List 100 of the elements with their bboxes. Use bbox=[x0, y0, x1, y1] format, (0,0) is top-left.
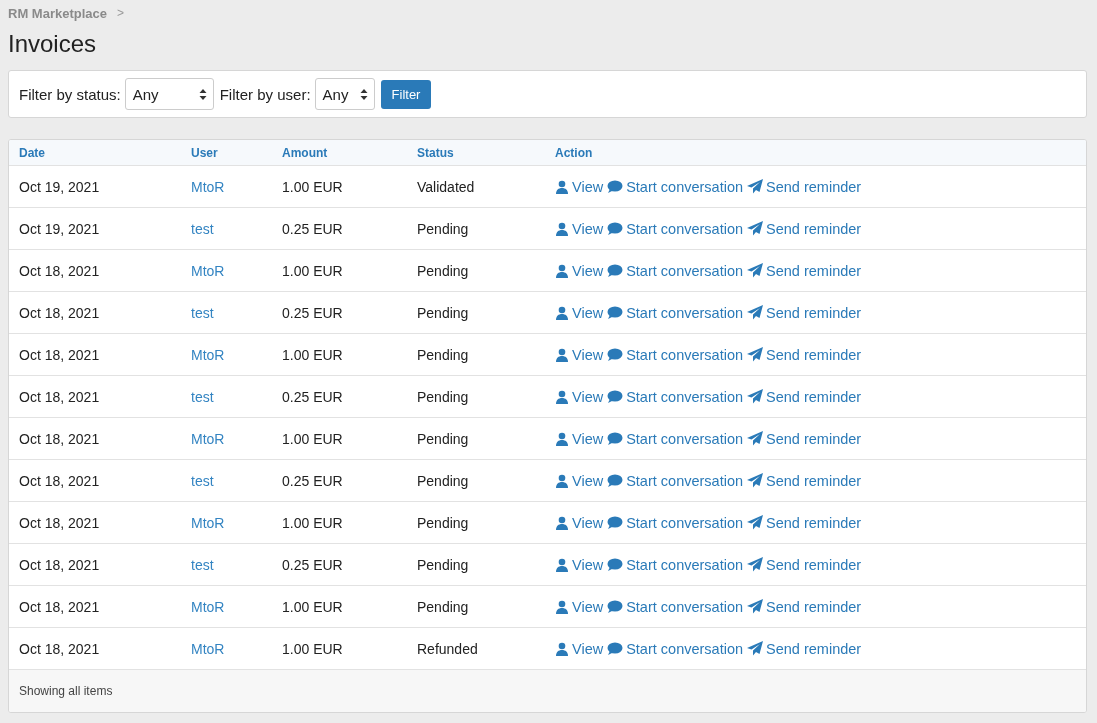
action-link[interactable]: Send reminder bbox=[747, 430, 862, 447]
user-link[interactable]: test bbox=[191, 304, 214, 321]
amount-cell-text: 1.00 EUR bbox=[282, 178, 344, 195]
column-header[interactable]: User bbox=[191, 145, 282, 160]
breadcrumb-link[interactable]: RM Marketplace bbox=[8, 5, 107, 21]
amount-cell-text: 1.00 EUR bbox=[282, 430, 344, 447]
user-link[interactable]: MtoR bbox=[191, 640, 225, 657]
paper-plane-icon bbox=[747, 641, 764, 656]
action-link[interactable]: Start conversation bbox=[607, 514, 744, 531]
date-cell-text: Oct 18, 2021 bbox=[19, 430, 101, 447]
user-link[interactable]: test bbox=[191, 388, 214, 405]
paper-plane-icon bbox=[747, 557, 764, 572]
action-link[interactable]: Send reminder bbox=[747, 346, 862, 363]
status-cell-text: Refunded bbox=[417, 640, 479, 657]
action-link[interactable]: Send reminder bbox=[747, 388, 862, 405]
action-link[interactable]: View bbox=[555, 514, 604, 531]
user-icon bbox=[555, 599, 569, 614]
date-cell-text: Oct 18, 2021 bbox=[19, 304, 101, 321]
sort-caret-icon bbox=[359, 88, 368, 100]
column-header[interactable]: Status bbox=[417, 145, 555, 160]
select-dropdown[interactable]: Any bbox=[314, 78, 375, 110]
paper-plane-icon bbox=[747, 431, 764, 446]
paper-plane-icon bbox=[747, 473, 764, 488]
speech-bubble-icon bbox=[607, 599, 624, 614]
date-cell-text: Oct 18, 2021 bbox=[19, 388, 101, 405]
date-cell-text: Oct 18, 2021 bbox=[19, 472, 101, 489]
filter-button[interactable]: Filter bbox=[380, 79, 432, 109]
action-link[interactable]: Send reminder bbox=[747, 472, 862, 489]
amount-cell-text: 1.00 EUR bbox=[282, 346, 344, 363]
speech-bubble-icon bbox=[607, 431, 624, 446]
action-link[interactable]: View bbox=[555, 640, 604, 657]
action-link[interactable]: View bbox=[555, 262, 604, 279]
action-link[interactable]: Start conversation bbox=[607, 262, 744, 279]
user-link[interactable]: MtoR bbox=[191, 178, 225, 195]
user-link[interactable]: test bbox=[191, 472, 214, 489]
speech-bubble-icon bbox=[607, 515, 624, 530]
user-icon bbox=[555, 263, 569, 278]
action-link[interactable]: Start conversation bbox=[607, 304, 744, 321]
date-cell-text: Oct 19, 2021 bbox=[19, 220, 101, 237]
action-link[interactable]: View bbox=[555, 304, 604, 321]
amount-cell-text: 1.00 EUR bbox=[282, 598, 344, 615]
action-link[interactable]: View bbox=[555, 388, 604, 405]
action-link[interactable]: Start conversation bbox=[607, 556, 744, 573]
amount-cell-text: 0.25 EUR bbox=[282, 472, 344, 489]
action-link[interactable]: Send reminder bbox=[747, 262, 862, 279]
action-link[interactable]: View bbox=[555, 346, 604, 363]
speech-bubble-icon bbox=[607, 389, 624, 404]
column-header[interactable]: Date bbox=[19, 145, 191, 160]
action-link[interactable]: View bbox=[555, 472, 604, 489]
user-link[interactable]: MtoR bbox=[191, 430, 225, 447]
action-link[interactable]: Send reminder bbox=[747, 514, 862, 531]
status-cell-text: Pending bbox=[417, 556, 470, 573]
action-link[interactable]: View bbox=[555, 430, 604, 447]
column-header[interactable]: Action bbox=[555, 145, 1076, 160]
action-link[interactable]: View bbox=[555, 598, 604, 615]
amount-cell-text: 1.00 EUR bbox=[282, 262, 344, 279]
user-link[interactable]: test bbox=[191, 556, 214, 573]
action-link[interactable]: Start conversation bbox=[607, 388, 744, 405]
status-cell-text: Pending bbox=[417, 430, 470, 447]
user-icon bbox=[555, 305, 569, 320]
user-link[interactable]: MtoR bbox=[191, 346, 225, 363]
action-link[interactable]: Send reminder bbox=[747, 220, 862, 237]
user-link[interactable]: test bbox=[191, 220, 214, 237]
user-link[interactable]: MtoR bbox=[191, 262, 225, 279]
action-link[interactable]: View bbox=[555, 556, 604, 573]
action-link[interactable]: View bbox=[555, 220, 604, 237]
date-cell-text: Oct 18, 2021 bbox=[19, 346, 101, 363]
action-link[interactable]: Send reminder bbox=[747, 640, 862, 657]
status-cell-text: Pending bbox=[417, 514, 470, 531]
action-link[interactable]: Start conversation bbox=[607, 346, 744, 363]
action-link[interactable]: View bbox=[555, 178, 604, 195]
date-cell-text: Oct 18, 2021 bbox=[19, 262, 101, 279]
paper-plane-icon bbox=[747, 347, 764, 362]
date-cell-text: Oct 19, 2021 bbox=[19, 178, 101, 195]
paper-plane-icon bbox=[747, 221, 764, 236]
action-link[interactable]: Send reminder bbox=[747, 178, 862, 195]
select-dropdown[interactable]: Any bbox=[124, 78, 214, 110]
amount-cell-text: 0.25 EUR bbox=[282, 388, 344, 405]
action-link[interactable]: Start conversation bbox=[607, 598, 744, 615]
speech-bubble-icon bbox=[607, 305, 624, 320]
date-cell-text: Oct 18, 2021 bbox=[19, 514, 101, 531]
action-link[interactable]: Send reminder bbox=[747, 304, 862, 321]
user-link[interactable]: MtoR bbox=[191, 514, 225, 531]
user-icon bbox=[555, 641, 569, 656]
status-cell-text: Pending bbox=[417, 262, 470, 279]
column-header[interactable]: Amount bbox=[282, 145, 417, 160]
status-cell-text: Validated bbox=[417, 178, 476, 195]
action-link[interactable]: Start conversation bbox=[607, 220, 744, 237]
action-link[interactable]: Send reminder bbox=[747, 556, 862, 573]
user-link[interactable]: MtoR bbox=[191, 598, 225, 615]
user-icon bbox=[555, 389, 569, 404]
action-link[interactable]: Start conversation bbox=[607, 430, 744, 447]
user-icon bbox=[555, 179, 569, 194]
action-link[interactable]: Start conversation bbox=[607, 640, 744, 657]
action-link[interactable]: Start conversation bbox=[607, 178, 744, 195]
action-link[interactable]: Send reminder bbox=[747, 598, 862, 615]
paper-plane-icon bbox=[747, 305, 764, 320]
speech-bubble-icon bbox=[607, 557, 624, 572]
action-link[interactable]: Start conversation bbox=[607, 472, 744, 489]
status-cell-text: Pending bbox=[417, 472, 470, 489]
